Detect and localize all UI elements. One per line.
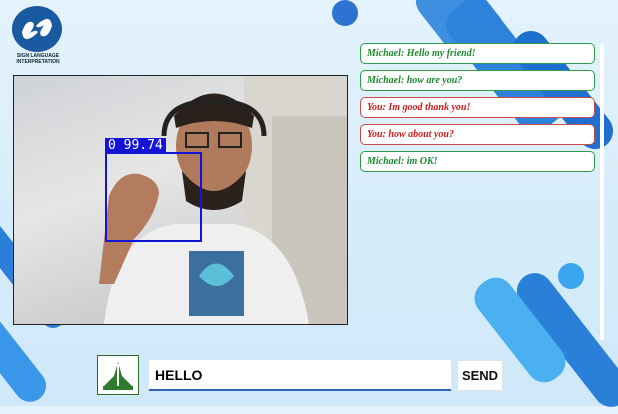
detection-label: 0 99.74 (105, 138, 166, 153)
app-logo: SIGN LANGUAGE INTERPRETATION (8, 6, 66, 65)
detection-box (105, 152, 202, 242)
chat-panel: Michael: Hello my friend! Michael: how a… (360, 43, 595, 178)
logo-text: SIGN LANGUAGE INTERPRETATION (16, 53, 60, 65)
decor-bubble (332, 0, 358, 26)
decor-bubble (558, 263, 584, 289)
camera-feed: 0 99.74 (13, 75, 348, 325)
chat-message: You: Im good thank you! (360, 97, 595, 118)
sign-hands-icon[interactable] (97, 355, 139, 395)
chat-scrollbar[interactable] (600, 44, 604, 340)
hands-logo-icon (12, 6, 62, 52)
message-input[interactable] (149, 360, 451, 391)
send-button[interactable]: SEND (457, 360, 503, 391)
chat-message: Michael: im OK! (360, 151, 595, 172)
chat-message: You: how about you? (360, 124, 595, 145)
chat-message: Michael: how are you? (360, 70, 595, 91)
chat-message: Michael: Hello my friend! (360, 43, 595, 64)
